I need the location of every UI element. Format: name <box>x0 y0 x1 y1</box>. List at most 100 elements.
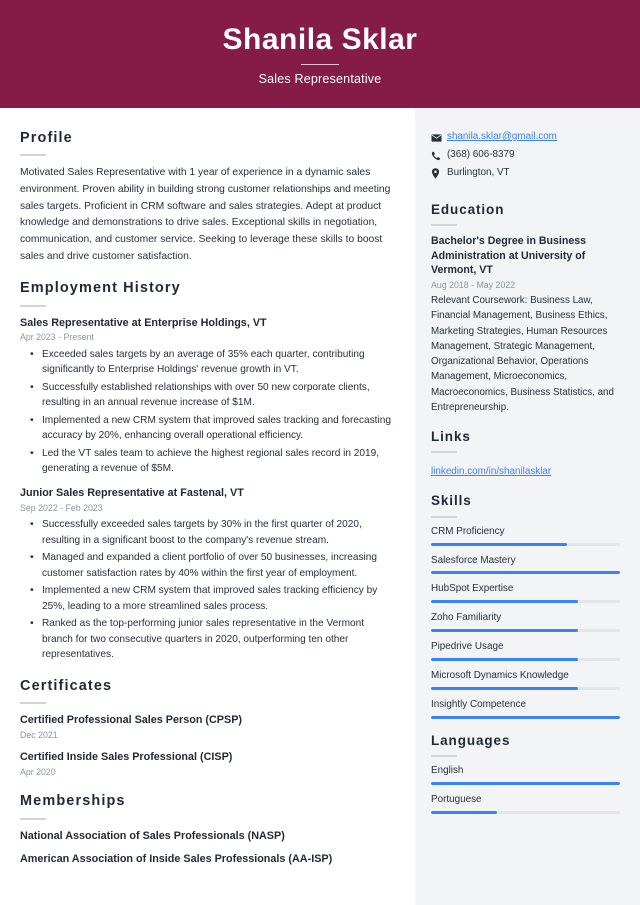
resume-page: Shanila Sklar Sales Representative Profi… <box>0 0 640 905</box>
skill-label: CRM Proficiency <box>431 525 505 537</box>
education-heading: Education <box>431 202 505 217</box>
job-date: Sep 2022 - Feb 2023 <box>20 502 103 513</box>
employment-heading: Employment History <box>20 280 181 297</box>
job-bullet: Successfully established relationships w… <box>30 379 393 411</box>
skill-bar-fill <box>431 686 579 690</box>
email-link[interactable]: shanila.sklar@gmail.com <box>447 130 557 143</box>
certificate-title: Certified Inside Sales Professional (CIS… <box>20 751 233 764</box>
phone-text: (368) 606-8379 <box>447 149 515 160</box>
job-bullets: Successfully exceeded sales targets by 3… <box>20 516 393 663</box>
main-column: Profile Motivated Sales Representative w… <box>0 108 415 905</box>
language-item: English <box>431 765 620 785</box>
section-divider <box>20 304 46 307</box>
link-row: linkedin.com/in/shanilasklar <box>431 461 620 479</box>
language-bar-track <box>431 810 620 814</box>
certificate-entry: Certified Inside Sales Professional (CIS… <box>20 750 393 778</box>
job-bullet: Led the VT sales team to achieve the hig… <box>30 445 393 477</box>
linkedin-link[interactable]: linkedin.com/in/shanilasklar <box>431 466 551 477</box>
certificate-date: Apr 2020 <box>20 766 56 777</box>
job-bullet: Ranked as the top-performing junior sale… <box>30 615 393 663</box>
memberships-heading: Memberships <box>20 793 126 810</box>
links-heading: Links <box>431 429 471 445</box>
map-pin-icon <box>431 167 447 180</box>
degree-date: Aug 2018 - May 2022 <box>431 280 516 291</box>
skill-bar-track <box>431 629 620 633</box>
skill-label: Pipedrive Usage <box>431 641 504 653</box>
section-divider <box>20 154 46 157</box>
skill-label: HubSpot Expertise <box>431 583 514 595</box>
resume-body: Profile Motivated Sales Representative w… <box>0 108 640 905</box>
skill-item: Insightly Competence <box>431 699 620 719</box>
skill-label: Salesforce Mastery <box>431 554 516 566</box>
skill-bar-track <box>431 571 620 575</box>
skill-item: Pipedrive Usage <box>431 641 620 662</box>
skill-label: Insightly Competence <box>431 698 526 710</box>
resume-header: Shanila Sklar Sales Representative <box>0 0 640 108</box>
skill-label: Microsoft Dynamics Knowledge <box>431 670 569 682</box>
certificate-title: Certified Professional Sales Person (CPS… <box>20 714 243 727</box>
section-divider <box>431 224 457 227</box>
employment-entry: Sales Representative at Enterprise Holdi… <box>20 316 393 477</box>
skill-item: HubSpot Expertise <box>431 583 620 604</box>
section-divider <box>20 817 46 820</box>
location-text: Burlington, VT <box>447 167 510 178</box>
memberships-section: Memberships National Association of Sale… <box>20 793 393 867</box>
skill-bar-fill <box>431 629 579 633</box>
skill-bar-track <box>431 600 620 604</box>
page-title: Shanila Sklar <box>222 22 418 56</box>
certificates-section: Certificates Certified Professional Sale… <box>20 678 393 778</box>
languages-heading: Languages <box>431 732 511 748</box>
job-title: Junior Sales Representative at Fastenal,… <box>20 487 244 500</box>
contact-section: shanila.sklar@gmail.com (368) 606-8379 B… <box>431 130 620 180</box>
language-bar-track <box>431 781 620 785</box>
skill-bar-track <box>431 686 620 690</box>
job-bullet: Implemented a new CRM system that improv… <box>30 582 393 614</box>
language-label: Portuguese <box>431 793 482 805</box>
language-label: English <box>431 764 464 776</box>
phone-icon <box>431 149 447 162</box>
certificates-heading: Certificates <box>20 678 113 695</box>
education-entry: Bachelor's Degree in Business Administra… <box>431 234 620 415</box>
degree-description: Relevant Coursework: Business Law, Finan… <box>431 295 614 413</box>
language-item: Portuguese <box>431 794 620 814</box>
skill-bar-track <box>431 658 620 662</box>
skill-label: Zoho Familiarity <box>431 612 502 624</box>
membership-entry: National Association of Sales Profession… <box>20 829 393 844</box>
skill-item: Zoho Familiarity <box>431 612 620 633</box>
employment-entry: Junior Sales Representative at Fastenal,… <box>20 486 393 663</box>
links-section: Links linkedin.com/in/shanilasklar <box>431 429 620 479</box>
languages-section: Languages English Portuguese <box>431 733 620 814</box>
skills-section: Skills CRM Proficiency Salesforce Master… <box>431 493 620 719</box>
degree-title: Bachelor's Degree in Business Administra… <box>431 235 587 277</box>
sidebar-column: shanila.sklar@gmail.com (368) 606-8379 B… <box>415 108 640 905</box>
job-bullet: Managed and expanded a client portfolio … <box>30 549 393 581</box>
job-bullets: Exceeded sales targets by an average of … <box>20 346 393 477</box>
section-divider <box>431 515 457 518</box>
section-divider <box>431 451 457 454</box>
language-bar-fill <box>431 781 620 785</box>
membership-title: American Association of Inside Sales Pro… <box>20 853 333 866</box>
education-section: Education Bachelor's Degree in Business … <box>431 202 620 415</box>
employment-section: Employment History Sales Representative … <box>20 280 393 663</box>
skills-heading: Skills <box>431 493 472 509</box>
header-divider <box>301 63 339 65</box>
section-divider <box>20 702 46 705</box>
skill-bar-track <box>431 715 620 719</box>
skill-bar-fill <box>431 658 579 662</box>
membership-entry: American Association of Inside Sales Pro… <box>20 852 393 867</box>
contact-location-row: Burlington, VT <box>431 166 620 180</box>
job-title: Sales Representative at Enterprise Holdi… <box>20 316 267 329</box>
language-bar-fill <box>431 810 498 814</box>
membership-title: National Association of Sales Profession… <box>20 829 285 842</box>
profile-heading: Profile <box>20 130 73 146</box>
contact-phone-row: (368) 606-8379 <box>431 148 620 162</box>
contact-email-row: shanila.sklar@gmail.com <box>431 130 620 144</box>
skill-bar-fill <box>431 715 620 719</box>
certificate-date: Dec 2021 <box>20 730 58 740</box>
envelope-icon <box>431 131 447 144</box>
job-bullet: Implemented a new CRM system that improv… <box>30 412 393 444</box>
section-divider <box>431 754 457 757</box>
skill-item: Salesforce Mastery <box>431 555 620 575</box>
profile-text: Motivated Sales Representative with 1 ye… <box>20 167 391 262</box>
skill-item: Microsoft Dynamics Knowledge <box>431 670 620 690</box>
